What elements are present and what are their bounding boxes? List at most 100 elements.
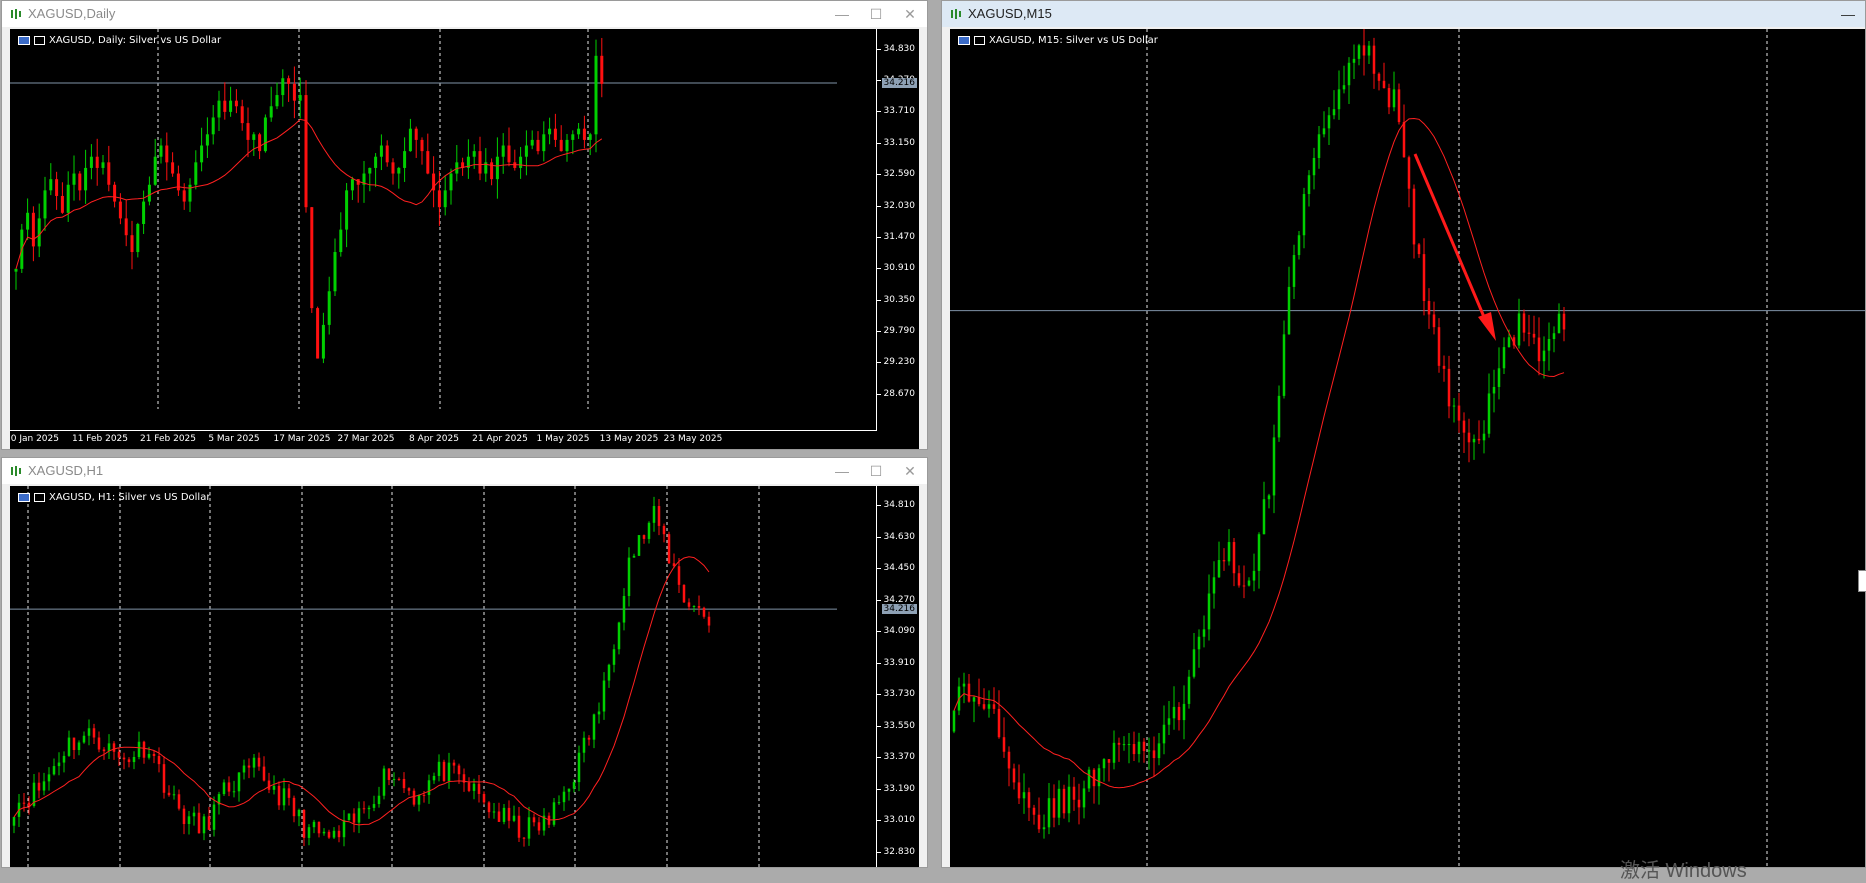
candle bbox=[420, 139, 424, 152]
candle bbox=[222, 782, 226, 795]
candle bbox=[281, 78, 285, 96]
candle bbox=[287, 78, 291, 84]
candle bbox=[617, 622, 621, 650]
candle bbox=[1022, 792, 1026, 799]
price-axis-label: 30.350 bbox=[876, 294, 915, 305]
price-axis-label: 33.010 bbox=[876, 815, 915, 826]
candle bbox=[317, 821, 321, 834]
candle bbox=[443, 190, 447, 208]
candle bbox=[662, 525, 666, 535]
time-axis-label: 17 Mar 2025 bbox=[273, 434, 331, 444]
window-titlebar[interactable]: XAGUSD,H1 — ☐ ✕ bbox=[2, 458, 927, 484]
chart-m15[interactable]: XAGUSD, M15: Silver vs US Dollar bbox=[950, 29, 1865, 867]
candle bbox=[182, 190, 186, 202]
price-axis-label: 34.830 bbox=[876, 43, 915, 54]
maximize-button[interactable]: ☐ bbox=[865, 4, 887, 24]
candle bbox=[537, 822, 541, 831]
candle bbox=[452, 762, 456, 766]
candle bbox=[1042, 827, 1046, 830]
candle bbox=[1422, 254, 1426, 301]
candle bbox=[1057, 788, 1061, 818]
candle bbox=[277, 785, 281, 806]
candle bbox=[1482, 433, 1486, 441]
candle bbox=[262, 766, 266, 781]
candle bbox=[159, 145, 163, 157]
candle bbox=[1012, 768, 1016, 783]
window-titlebar[interactable]: XAGUSD,Daily — ☐ ✕ bbox=[2, 1, 927, 27]
candle bbox=[1377, 73, 1381, 81]
candle bbox=[417, 794, 421, 805]
candle bbox=[1207, 593, 1211, 630]
candle bbox=[49, 179, 53, 191]
candle bbox=[627, 557, 631, 597]
candle bbox=[297, 809, 301, 817]
candle bbox=[987, 704, 991, 709]
candle bbox=[1447, 368, 1451, 407]
candle bbox=[1547, 339, 1551, 351]
candle bbox=[967, 683, 971, 702]
close-button[interactable]: ✕ bbox=[899, 4, 921, 24]
candle bbox=[1332, 109, 1336, 116]
candle bbox=[507, 145, 511, 163]
side-panel-tab[interactable] bbox=[1858, 570, 1866, 592]
window-m15[interactable]: XAGUSD,M15 — XAGUSD, M15: Silver vs US D… bbox=[941, 0, 1866, 868]
candle bbox=[524, 145, 528, 157]
candle bbox=[442, 761, 446, 781]
window-h1[interactable]: XAGUSD,H1 — ☐ ✕ XAGUSD, H1: Silver vs US… bbox=[1, 457, 928, 868]
candle bbox=[962, 683, 966, 687]
chart-window-icon bbox=[11, 466, 21, 476]
candle bbox=[124, 218, 128, 236]
price-axis[interactable]: 34.83034.27033.71033.15032.59032.03031.4… bbox=[876, 29, 919, 449]
candle bbox=[316, 308, 320, 359]
candle bbox=[432, 775, 436, 781]
price-axis-label: 28.670 bbox=[876, 388, 915, 399]
candle bbox=[687, 602, 691, 607]
candle bbox=[1192, 649, 1196, 677]
candle bbox=[632, 555, 636, 558]
candle bbox=[187, 816, 191, 825]
candle bbox=[1367, 45, 1371, 56]
candle bbox=[1152, 750, 1156, 759]
minimize-button[interactable]: — bbox=[831, 461, 853, 481]
candle bbox=[347, 813, 351, 821]
candle bbox=[1477, 438, 1481, 441]
candle bbox=[92, 728, 96, 738]
candle bbox=[1142, 741, 1146, 752]
price-axis-label: 33.550 bbox=[876, 720, 915, 731]
price-axis-label: 32.590 bbox=[876, 169, 915, 180]
candle bbox=[147, 184, 151, 202]
candle bbox=[1452, 405, 1456, 407]
price-axis-label: 33.150 bbox=[876, 137, 915, 148]
candle bbox=[205, 134, 209, 146]
candle bbox=[403, 151, 407, 168]
chart-daily[interactable]: XAGUSD, Daily: Silver vs US Dollar 34.83… bbox=[10, 29, 919, 449]
candle bbox=[1287, 286, 1291, 335]
minimize-button[interactable]: — bbox=[831, 4, 853, 24]
candle bbox=[536, 139, 540, 152]
candle bbox=[1132, 744, 1136, 755]
candle bbox=[1037, 814, 1041, 830]
price-axis-label: 33.730 bbox=[876, 689, 915, 700]
minimize-button[interactable]: — bbox=[1837, 4, 1859, 24]
candle bbox=[67, 737, 71, 756]
candle bbox=[1167, 718, 1171, 725]
candle bbox=[1342, 85, 1346, 90]
candle bbox=[612, 649, 616, 665]
candle bbox=[95, 156, 99, 168]
candle bbox=[112, 743, 116, 752]
chart-h1[interactable]: XAGUSD, H1: Silver vs US Dollar 34.810 34… bbox=[10, 486, 919, 867]
window-titlebar[interactable]: XAGUSD,M15 — bbox=[942, 1, 1865, 27]
candle bbox=[707, 616, 711, 626]
price-axis[interactable]: 34.810 34.630 34.450 34.270 34.090 33.910 33.7… bbox=[876, 486, 919, 867]
window-daily[interactable]: XAGUSD,Daily — ☐ ✕ XAGUSD, Daily: Silver… bbox=[1, 0, 928, 450]
candle bbox=[597, 711, 601, 715]
candle bbox=[1282, 334, 1286, 396]
candle bbox=[1347, 62, 1351, 86]
candle bbox=[562, 791, 566, 803]
close-button[interactable]: ✕ bbox=[899, 461, 921, 481]
candle bbox=[501, 145, 505, 157]
candle bbox=[565, 139, 569, 152]
maximize-button[interactable]: ☐ bbox=[865, 461, 887, 481]
time-axis[interactable]: 30 Jan 2025 11 Feb 2025 21 Feb 2025 5 Mar 2… bbox=[10, 430, 877, 449]
candle bbox=[304, 95, 308, 208]
